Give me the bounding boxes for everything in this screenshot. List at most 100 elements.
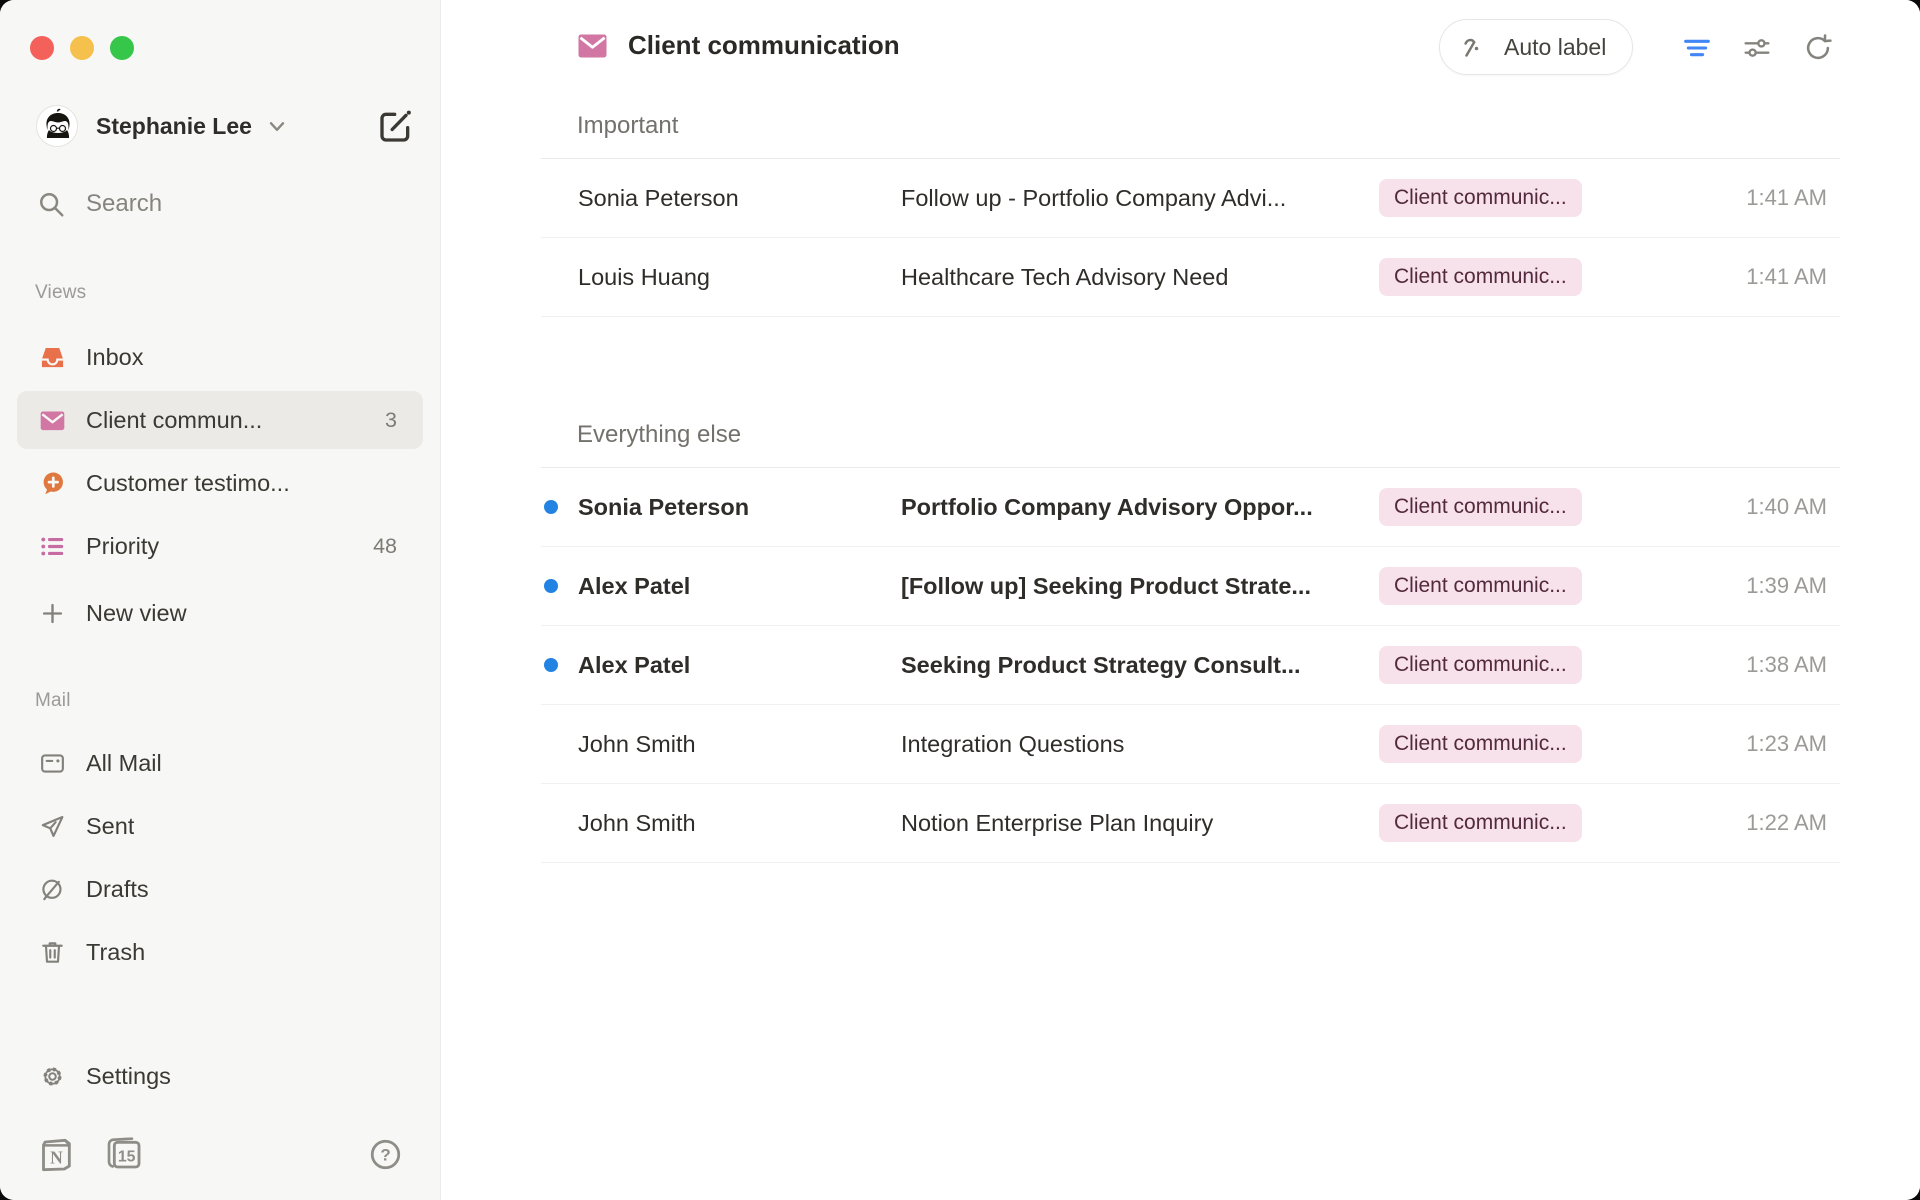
email-sender: Sonia Peterson [541,185,901,212]
email-row[interactable]: Sonia Peterson Follow up - Portfolio Com… [541,159,1840,238]
email-subject: Notion Enterprise Plan Inquiry [901,810,1379,837]
drafts-icon [39,876,66,903]
email-time: 1:22 AM [1690,810,1840,836]
email-label-badge[interactable]: Client communic... [1379,179,1582,216]
email-time: 1:38 AM [1690,652,1840,678]
chevron-down-icon [264,113,290,139]
compose-button[interactable] [374,105,416,147]
unread-count: 48 [373,534,397,559]
email-subject: Healthcare Tech Advisory Need [901,264,1379,291]
svg-text:N: N [50,1148,63,1168]
unread-dot [544,500,558,514]
sidebar-footer: N 15 ? [36,1133,404,1175]
bulleted-list-icon [39,533,66,560]
settings-label: Settings [86,1063,171,1090]
all-mail-icon [39,750,66,777]
gear-icon [39,1063,66,1090]
envelope-icon [577,32,608,60]
email-label-badge[interactable]: Client communic... [1379,567,1582,604]
email-subject: Portfolio Company Advisory Oppor... [901,494,1379,521]
email-time: 1:41 AM [1690,264,1840,290]
mail-section-label: Mail [35,690,71,712]
auto-label-button[interactable]: Auto label [1439,19,1633,75]
envelope-icon [39,407,66,434]
compose-icon [375,106,415,146]
unread-dot [544,579,558,593]
email-row[interactable]: Alex Patel Seeking Product Strategy Cons… [541,626,1840,705]
trash-icon [39,939,66,966]
sidebar-item-priority[interactable]: Priority 48 [17,517,423,575]
email-section: Important Sonia Peterson Follow up - Por… [541,96,1840,317]
email-row[interactable]: John Smith Integration Questions Client … [541,705,1840,784]
unread-dot [544,658,558,672]
close-button[interactable] [30,36,54,60]
sidebar-item-inbox[interactable]: Inbox [17,328,423,386]
chat-plus-icon [39,470,66,497]
email-subject: Seeking Product Strategy Consult... [901,652,1379,679]
app-window: Stephanie Lee Search Views [0,0,1920,1200]
sidebar-item-settings[interactable]: Settings [17,1047,423,1105]
svg-text:15: 15 [118,1148,136,1165]
email-label-badge[interactable]: Client communic... [1379,258,1582,295]
email-row[interactable]: John Smith Notion Enterprise Plan Inquir… [541,784,1840,863]
sidebar-item-drafts[interactable]: Drafts [17,860,423,918]
view-header: Client communication Auto label [441,0,1920,96]
filter-icon[interactable] [1675,25,1719,71]
email-row[interactable]: Alex Patel [Follow up] Seeking Product S… [541,547,1840,626]
views-section-label: Views [35,282,86,304]
search-placeholder: Search [86,190,162,218]
zoom-button[interactable] [110,36,134,60]
section-title: Everything else [541,405,1840,468]
sidebar-item-all-mail[interactable]: All Mail [17,734,423,792]
auto-label-wand-icon [1460,32,1490,62]
email-label-badge[interactable]: Client communic... [1379,488,1582,525]
sidebar-item-trash[interactable]: Trash [17,923,423,981]
notion-logo-icon[interactable]: N [36,1134,76,1174]
email-section: Everything else Sonia Peterson Portfolio… [541,405,1840,863]
email-label-badge[interactable]: Client communic... [1379,646,1582,683]
email-time: 1:39 AM [1690,573,1840,599]
sidebar: Stephanie Lee Search Views [0,0,441,1200]
minimize-button[interactable] [70,36,94,60]
inbox-icon [39,344,66,371]
email-time: 1:40 AM [1690,494,1840,520]
sidebar-item-new-view[interactable]: New view [17,584,423,642]
section-title: Important [541,96,1840,159]
email-subject: Follow up - Portfolio Company Advi... [901,185,1379,212]
email-sender: John Smith [541,810,901,837]
email-time: 1:41 AM [1690,185,1840,211]
mail-nav: All Mail Sent Drafts Trash [17,734,423,986]
email-row[interactable]: Louis Huang Healthcare Tech Advisory Nee… [541,238,1840,317]
search-icon [36,189,66,219]
sidebar-item-client-commun[interactable]: Client commun... 3 [17,391,423,449]
email-label-badge[interactable]: Client communic... [1379,725,1582,762]
sliders-icon[interactable] [1735,25,1779,71]
email-row[interactable]: Sonia Peterson Portfolio Company Advisor… [541,468,1840,547]
auto-label-text: Auto label [1504,34,1606,61]
user-name: Stephanie Lee [96,113,252,140]
plus-icon [39,600,66,627]
email-sender: Alex Patel [541,573,901,600]
svg-text:?: ? [380,1145,390,1164]
avatar [36,105,78,147]
main-content: Client communication Auto label [441,0,1920,1200]
window-controls [30,36,134,60]
email-sender: Alex Patel [541,652,901,679]
unread-count: 3 [385,408,397,433]
email-subject: Integration Questions [901,731,1379,758]
sidebar-item-customer-testimo[interactable]: Customer testimo... [17,454,423,512]
email-sender: John Smith [541,731,901,758]
help-icon[interactable]: ? [367,1136,404,1173]
calendar-icon[interactable]: 15 [104,1134,144,1174]
email-sender: Louis Huang [541,264,901,291]
search-input[interactable]: Search [36,182,404,226]
send-icon [39,813,66,840]
account-switcher[interactable]: Stephanie Lee [36,104,416,148]
email-list: Important Sonia Peterson Follow up - Por… [541,96,1840,863]
email-sender: Sonia Peterson [541,494,901,521]
page-title: Client communication [628,30,900,61]
refresh-icon[interactable] [1796,25,1840,71]
email-label-badge[interactable]: Client communic... [1379,804,1582,841]
sidebar-item-sent[interactable]: Sent [17,797,423,855]
email-subject: [Follow up] Seeking Product Strate... [901,573,1379,600]
